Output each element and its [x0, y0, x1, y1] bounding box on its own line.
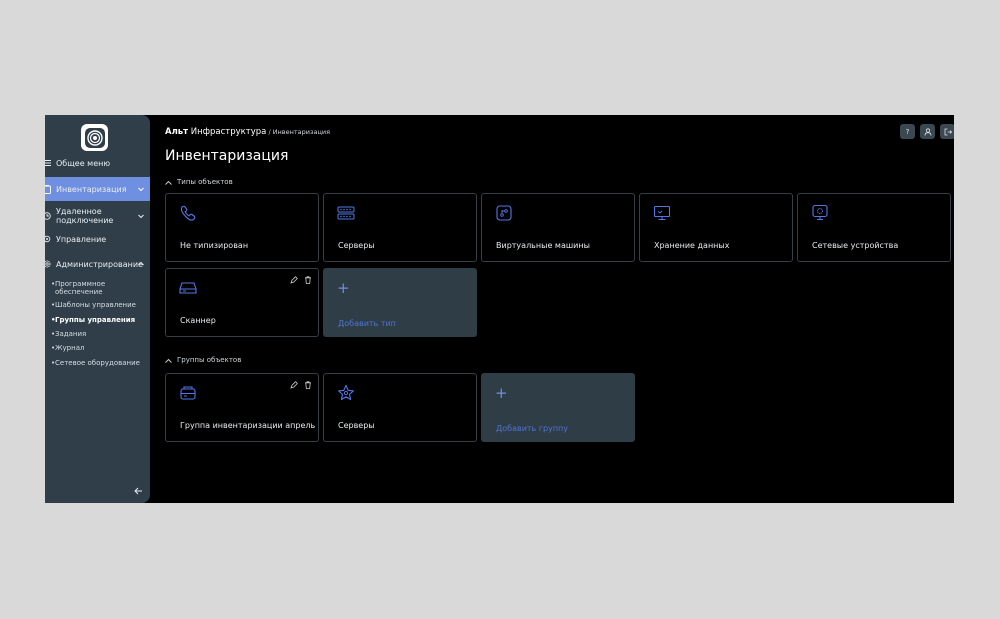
- type-card-network-devices[interactable]: Сетевые устройства: [797, 193, 951, 262]
- brand-name[interactable]: Альт: [165, 127, 188, 137]
- type-card-data-storage[interactable]: Хранение данных: [639, 193, 793, 262]
- user-icon: [924, 127, 931, 136]
- chevron-up-icon: [165, 358, 172, 363]
- sidebar-item-general-menu[interactable]: Общее меню: [45, 151, 150, 175]
- add-type-button[interactable]: + Добавить тип: [323, 268, 477, 337]
- chevron-up-icon: [165, 180, 172, 185]
- section-object-groups-toggle[interactable]: Группы объектов: [165, 356, 241, 364]
- card-label: Группа инвентаризации апрель: [180, 421, 316, 430]
- card-label: Сканнер: [180, 316, 216, 325]
- section-heading: Группы объектов: [177, 356, 242, 364]
- add-group-label: Добавить группу: [496, 424, 569, 433]
- trash-icon[interactable]: [304, 276, 312, 284]
- card-label: Сетевые устройства: [812, 241, 899, 250]
- menu-icon: [45, 158, 52, 168]
- sidebar-subitem-management-templates[interactable]: Шаблоны управление: [51, 301, 136, 309]
- clipboard-icon: [45, 184, 52, 194]
- card-label: Виртуальные машины: [496, 241, 590, 250]
- arrow-left-icon[interactable]: [134, 487, 143, 495]
- brand-suffix: Инфраструктура: [188, 127, 267, 137]
- sidebar-item-label: Инвентаризация: [56, 184, 127, 194]
- sidebar-item-label: Удаленное подключение: [56, 207, 114, 225]
- gear-icon: [45, 259, 52, 269]
- sidebar-item-inventory[interactable]: Инвентаризация: [45, 177, 150, 201]
- chevron-down-icon: [138, 214, 144, 219]
- type-card-untyped[interactable]: Не типизирован: [165, 193, 319, 262]
- section-heading: Типы объектов: [177, 178, 233, 186]
- group-card-servers[interactable]: Серверы: [323, 373, 477, 442]
- trash-icon[interactable]: [304, 381, 312, 389]
- scanner-icon: [179, 282, 197, 294]
- card-tools: [290, 381, 312, 389]
- phone-icon: [180, 205, 196, 221]
- logo-icon: [84, 127, 105, 148]
- chevron-down-icon: [138, 187, 144, 192]
- card-label: Не типизирован: [180, 241, 249, 250]
- plus-icon: +: [495, 384, 508, 402]
- chevron-up-icon: [138, 261, 144, 266]
- network-device-icon: [812, 204, 828, 220]
- logout-button[interactable]: [940, 124, 954, 139]
- breadcrumb: Альт Инфраструктура / Инвентаризация: [165, 127, 330, 137]
- edit-icon[interactable]: [290, 276, 298, 284]
- sidebar: Общее меню Инвентаризация Удаленное подк…: [45, 115, 150, 503]
- sidebar-subitem-software[interactable]: Программное обеспечение: [51, 280, 121, 296]
- app-window: Общее меню Инвентаризация Удаленное подк…: [45, 115, 954, 503]
- section-object-types-toggle[interactable]: Типы объектов: [165, 178, 233, 186]
- type-card-virtual-machines[interactable]: Виртуальные машины: [481, 193, 635, 262]
- profile-button[interactable]: [920, 124, 935, 139]
- add-group-button[interactable]: + Добавить группу: [481, 373, 635, 442]
- monitor-icon: [653, 205, 671, 220]
- sidebar-subitem-network-equipment[interactable]: Сетевое оборудование: [51, 359, 140, 367]
- card-label: Серверы: [338, 421, 375, 430]
- sidebar-item-label: Администрирование: [56, 259, 143, 269]
- edit-icon[interactable]: [290, 381, 298, 389]
- group-card-inventory-april[interactable]: Группа инвентаризации апрель: [165, 373, 319, 442]
- sidebar-subitem-management-groups[interactable]: Группы управления: [51, 316, 135, 324]
- star-icon: [338, 384, 354, 401]
- server-rack-icon: [337, 206, 355, 220]
- card-label: Хранение данных: [654, 241, 730, 250]
- vm-icon: [496, 205, 512, 221]
- inventory-group-icon: [180, 386, 196, 400]
- sidebar-item-label: Управление: [56, 234, 107, 244]
- plus-icon: +: [337, 279, 350, 297]
- sidebar-item-administration[interactable]: Администрирование: [45, 252, 150, 276]
- type-card-scanner[interactable]: Сканнер: [165, 268, 319, 337]
- breadcrumb-current[interactable]: / Инвентаризация: [266, 128, 330, 136]
- card-label: Серверы: [338, 241, 375, 250]
- add-type-label: Добавить тип: [338, 319, 396, 328]
- sidebar-subitem-journal[interactable]: Журнал: [51, 344, 84, 352]
- sidebar-item-management[interactable]: Управление: [45, 227, 150, 251]
- help-button[interactable]: ?: [900, 124, 915, 139]
- sidebar-item-remote-connection[interactable]: Удаленное подключение: [45, 203, 150, 229]
- type-card-servers[interactable]: Серверы: [323, 193, 477, 262]
- card-tools: [290, 276, 312, 284]
- remote-icon: [45, 211, 52, 221]
- page-title: Инвентаризация: [165, 148, 289, 164]
- settings-icon: [45, 234, 52, 244]
- sidebar-subitem-tasks[interactable]: Задания: [51, 330, 86, 338]
- sidebar-item-label: Общее меню: [56, 158, 111, 168]
- logout-icon: [944, 128, 952, 135]
- logo[interactable]: [81, 124, 108, 151]
